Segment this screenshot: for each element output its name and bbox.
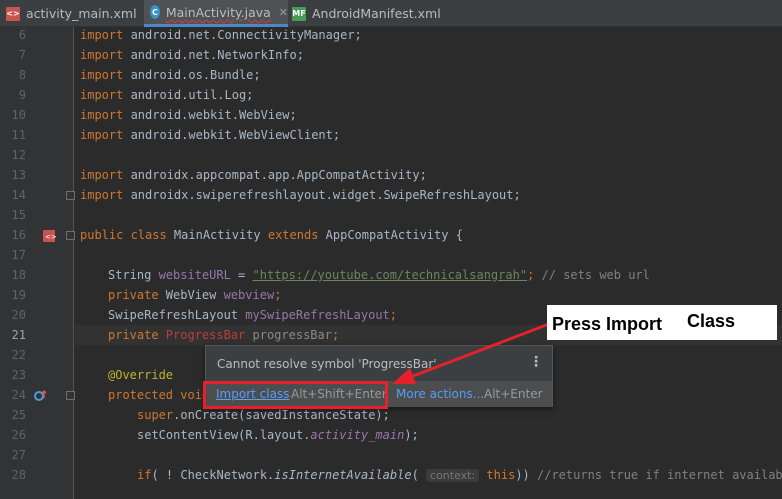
callout-text-2: Class — [687, 311, 736, 331]
instruction-callout: Press Import Class — [547, 305, 777, 340]
annotation-arrow — [392, 322, 550, 384]
callout-text-1: Press Import — [552, 314, 663, 334]
